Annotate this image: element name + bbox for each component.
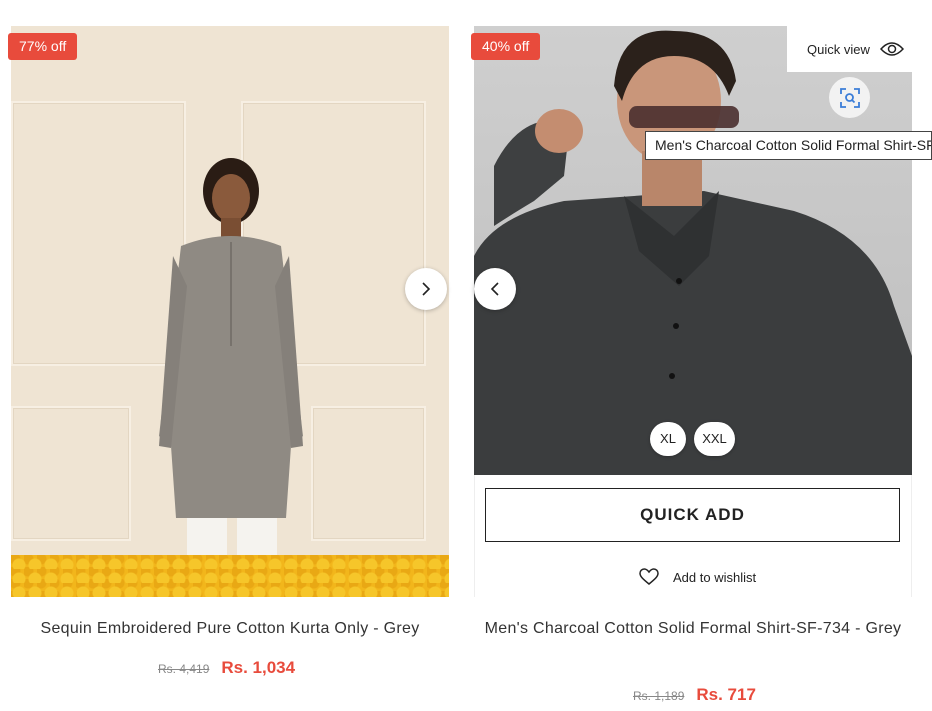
discount-badge: 77% off	[8, 33, 78, 60]
quick-view-label: Quick view	[807, 41, 870, 57]
product-title-kurta[interactable]: Sequin Embroidered Pure Cotton Kurta Onl…	[11, 615, 449, 643]
price-shirt: Rs. 1,189 Rs. 717	[633, 685, 756, 705]
focus-zoom-icon	[839, 87, 860, 108]
discount-badge: 40% off	[471, 33, 541, 60]
sale-price: Rs. 717	[696, 685, 756, 704]
product-title-shirt[interactable]: Men's Charcoal Cotton Solid Formal Shirt…	[474, 615, 912, 643]
model-figure	[159, 158, 303, 597]
chevron-left-icon	[490, 282, 499, 296]
original-price: Rs. 1,189	[633, 689, 685, 703]
price-kurta: Rs. 4,419 Rs. 1,034	[158, 658, 295, 678]
kurta-photo	[11, 26, 449, 597]
product-tooltip: Men's Charcoal Cotton Solid Formal Shirt…	[645, 131, 932, 160]
quick-add-button[interactable]: QUICK ADD	[485, 488, 900, 542]
size-option-xl[interactable]: XL	[650, 422, 686, 456]
carousel-next-button[interactable]	[405, 268, 447, 310]
original-price: Rs. 4,419	[158, 662, 210, 676]
zoom-button[interactable]	[829, 77, 870, 118]
heart-icon	[639, 568, 659, 585]
sale-price: Rs. 1,034	[221, 658, 296, 677]
flower-bed	[11, 555, 449, 597]
wishlist-label: Add to wishlist	[673, 569, 757, 585]
carousel-prev-button[interactable]	[474, 268, 516, 310]
size-option-xxl[interactable]: XXL	[694, 422, 735, 456]
chevron-right-icon	[422, 282, 431, 296]
product-image-kurta[interactable]	[11, 26, 449, 597]
add-to-wishlist-button[interactable]: Add to wishlist	[639, 566, 756, 588]
eye-icon	[879, 42, 904, 56]
quick-view-button[interactable]: Quick view	[787, 26, 912, 72]
